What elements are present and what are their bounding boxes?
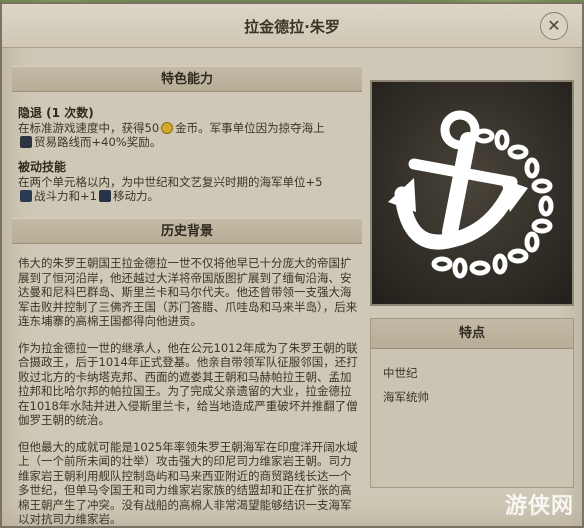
ability-header: 特色能力	[12, 66, 362, 92]
panel-title: 拉金德拉·朱罗	[244, 18, 340, 36]
history-header: 历史背景	[12, 218, 362, 244]
passive-title: 被动技能	[18, 160, 67, 174]
passive-text-b: 移动力。	[112, 189, 159, 203]
history-paragraph-3: 但他最大的成就可能是1025年率领朱罗王朝海军在印度洋开阔水域上（一个前所未闻的…	[18, 439, 358, 527]
leader-emblem	[370, 80, 574, 306]
right-column: 特点 中世纪 海军统帅	[370, 66, 574, 526]
trade-route-icon	[20, 136, 32, 148]
close-button[interactable]: ✕	[540, 12, 568, 40]
passive-desc-line2: 战斗力和+1 移动力。	[18, 189, 358, 204]
retreat-text-a: 在标准游戏速度中，获得50	[18, 120, 160, 135]
retreat-block: 隐退 (1 次数) 在标准游戏速度中，获得50 金币。军事单位因为掠夺海上 贸易路…	[18, 106, 358, 150]
gold-icon	[161, 121, 174, 134]
movement-icon	[98, 190, 111, 202]
passive-block: 被动技能 在两个单元格以内，为中世纪和文艺复兴时期的海军单位+5 战斗力和+1 移…	[18, 160, 358, 204]
retreat-desc-line1: 在标准游戏速度中，获得50 金币。军事单位因为掠夺海上	[18, 121, 358, 136]
retreat-text-c: 贸易路线而+40%奖励。	[34, 135, 162, 149]
passive-text-a: 战斗力和+1	[34, 189, 97, 203]
history-paragraph-2: 作为拉金德拉一世的继承人，他在公元1012年成为了朱罗王朝的联合摄政王，后于10…	[18, 340, 358, 428]
left-column: 特色能力 隐退 (1 次数) 在标准游戏速度中，获得50 金币。军事单位因为掠夺海…	[12, 66, 362, 526]
unit-info-panel: 拉金德拉·朱罗 ✕ 特色能力 隐退 (1 次数) 在标准游戏速度中，获得50 金币…	[0, 2, 584, 528]
watermark-logo: 游侠网	[504, 494, 574, 519]
title-bar: 拉金德拉·朱罗 ✕	[2, 4, 582, 48]
passive-desc-line1: 在两个单元格以内，为中世纪和文艺复兴时期的海军单位+5	[18, 174, 323, 189]
feature-item-era: 中世纪	[383, 366, 418, 380]
features-header: 特点	[371, 319, 573, 349]
history-paragraph-1: 伟大的朱罗王朝国王拉金德拉一世不仅将他早已十分庞大的帝国扩展到了恒河沿岸，他还越…	[18, 256, 358, 328]
feature-item-role: 海军统帅	[383, 390, 429, 404]
retreat-desc-line2: 贸易路线而+40%奖励。	[18, 135, 358, 150]
retreat-text-b: 金币。军事单位因为掠夺海上	[175, 120, 325, 135]
history-text: 伟大的朱罗王朝国王拉金德拉一世不仅将他早已十分庞大的帝国扩展到了恒河沿岸，他还越…	[18, 256, 358, 526]
combat-strength-icon	[20, 190, 32, 202]
features-box: 特点 中世纪 海军统帅	[370, 318, 574, 488]
retreat-title: 隐退 (1 次数)	[18, 106, 94, 120]
anchor-icon	[372, 82, 572, 304]
